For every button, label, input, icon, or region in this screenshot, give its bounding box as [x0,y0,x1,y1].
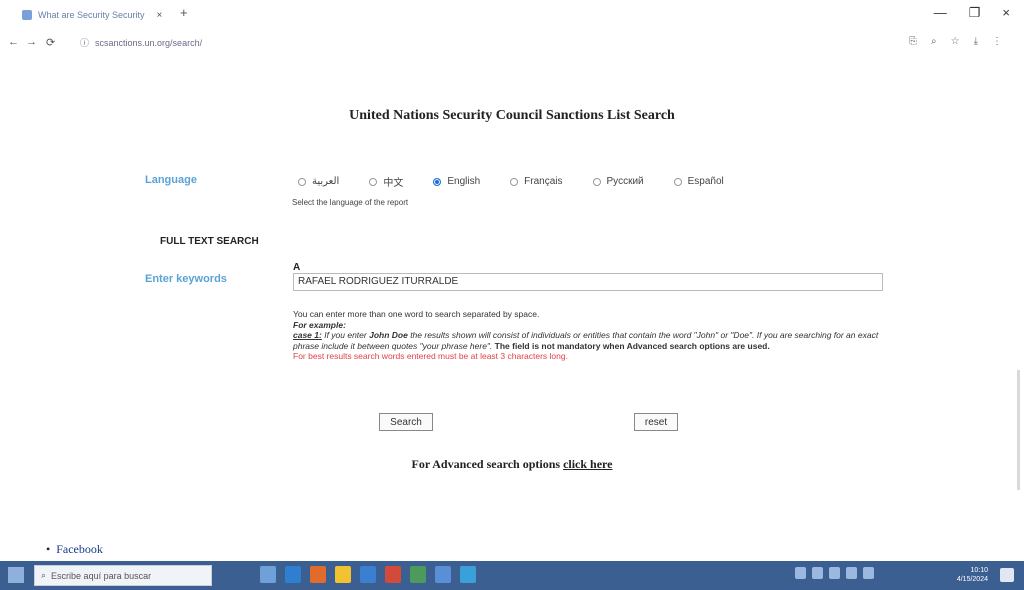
taskbar-clock[interactable]: 10:10 4/15/2024 [957,566,988,584]
taskbar-app-icon[interactable] [360,566,376,583]
radio-chinese[interactable]: 中文 [369,174,403,189]
tab-close-icon[interactable]: × [157,10,163,21]
taskbar-search-placeholder: Escribe aquí para buscar [51,570,152,581]
back-button[interactable]: ← [8,36,19,48]
taskbar-app-icon[interactable] [410,566,426,583]
radio-label: Français [524,176,563,187]
help-case-text-c: The field is not mandatory when Advanced… [494,340,770,351]
radio-label: Русский [606,176,644,187]
radio-label: English [447,176,481,187]
taskbar-app-icon[interactable] [285,566,301,583]
window-controls: — ❐ × [934,5,1010,21]
keywords-input[interactable]: RAFAEL RODRIGUEZ ITURRALDE [293,273,883,291]
clock-time: 10:10 [970,567,988,574]
taskbar-app-icon[interactable] [260,566,276,583]
help-case-term: John Doe [369,330,408,340]
help-case-text-a: If you enter [321,330,370,340]
advanced-search-line: For Advanced search options click here [0,457,1024,472]
radio-arabic[interactable]: العربية [298,176,339,187]
tray-icon[interactable] [795,567,806,579]
address-bar: ← → ⟳ ⓘ scsanctions.un.org/search/ ⎘ ⌕ ☆… [0,26,1024,62]
help-example-label: For example: [293,319,346,330]
address-bar-icons: ⎘ ⌕ ☆ ⤓ ⋮ [909,36,1002,47]
url-field[interactable]: ⓘ scsanctions.un.org/search/ [80,36,202,49]
site-info-icon[interactable]: ⓘ [80,36,89,49]
zoom-icon[interactable]: ⌕ [931,36,937,47]
notification-icon[interactable] [1000,568,1014,582]
radio-english[interactable]: English [433,176,480,187]
keywords-prefix: A [293,262,301,273]
start-button[interactable] [8,567,24,583]
radio-russian[interactable]: Русский [592,176,644,187]
radio-label: Español [687,176,724,187]
system-tray [795,567,874,579]
browser-tab[interactable]: What are Security Security × [22,6,162,24]
scrollbar[interactable] [1017,370,1020,490]
taskbar-apps [260,566,476,583]
menu-icon[interactable]: ⋮ [992,36,1002,47]
browser-tab-bar: What are Security Security × + — ❐ × [0,0,1024,26]
favicon-icon [22,10,32,20]
maximize-button[interactable]: ❐ [969,5,981,21]
help-case-prefix: case 1: [293,330,322,340]
star-icon[interactable]: ☆ [951,36,960,47]
close-window-button[interactable]: × [1002,5,1010,21]
clock-date: 4/15/2024 [956,576,988,583]
help-line: You can enter more than one word to sear… [293,309,540,319]
translate-icon[interactable]: ⎘ [909,36,917,47]
radio-dot[interactable] [298,177,306,186]
search-button[interactable]: Search [379,413,433,431]
advanced-search-text: For Advanced search options [411,457,564,471]
taskbar-app-icon[interactable] [460,566,476,583]
windows-taskbar: ⌕ Escribe aquí para buscar 10:10 4/15/20… [0,561,1024,590]
radio-dot-selected[interactable] [433,177,442,186]
radio-dot[interactable] [510,177,519,186]
radio-dot[interactable] [369,177,378,186]
taskbar-app-icon[interactable] [310,566,326,583]
download-icon[interactable]: ⤓ [974,36,978,47]
taskbar-app-icon[interactable] [385,566,401,583]
page-title: United Nations Security Council Sanction… [349,108,675,123]
reset-button[interactable]: reset [634,413,678,431]
radio-spanish[interactable]: Español [673,176,724,187]
tray-icon[interactable] [812,567,823,579]
facebook-link[interactable]: Facebook [46,542,103,557]
search-help-text: You can enter more than one word to sear… [293,309,893,362]
forward-button[interactable]: → [26,36,37,48]
new-tab-button[interactable]: + [180,5,188,20]
url-text: scsanctions.un.org/search/ [95,37,203,48]
taskbar-app-icon[interactable] [335,566,351,583]
radio-label: 中文 [383,178,404,189]
full-text-search-heading: FULL TEXT SEARCH [160,236,259,247]
keywords-label: Enter keywords [145,273,227,285]
tray-icon[interactable] [863,567,874,579]
radio-dot[interactable] [673,177,682,186]
help-min-length-warning: For best results search words entered mu… [293,351,568,361]
advanced-search-link[interactable]: click here [563,457,612,471]
reload-button[interactable]: ⟳ [46,36,55,49]
language-label: Language [145,174,197,186]
tray-icon[interactable] [829,567,840,579]
radio-label: العربية [312,176,340,187]
language-radio-group: العربية 中文 English Français Русский Espa… [298,174,754,189]
minimize-button[interactable]: — [934,5,947,21]
taskbar-app-icon[interactable] [435,566,451,583]
tray-icon[interactable] [846,567,857,579]
tab-title: What are Security Security [38,10,145,20]
taskbar-search-box[interactable]: ⌕ Escribe aquí para buscar [34,565,212,586]
radio-dot[interactable] [592,177,601,186]
search-icon: ⌕ [41,570,47,580]
help-case: case 1: If you enter John Doe the result… [293,330,893,351]
radio-french[interactable]: Français [510,176,563,187]
language-hint: Select the language of the report [292,198,409,207]
